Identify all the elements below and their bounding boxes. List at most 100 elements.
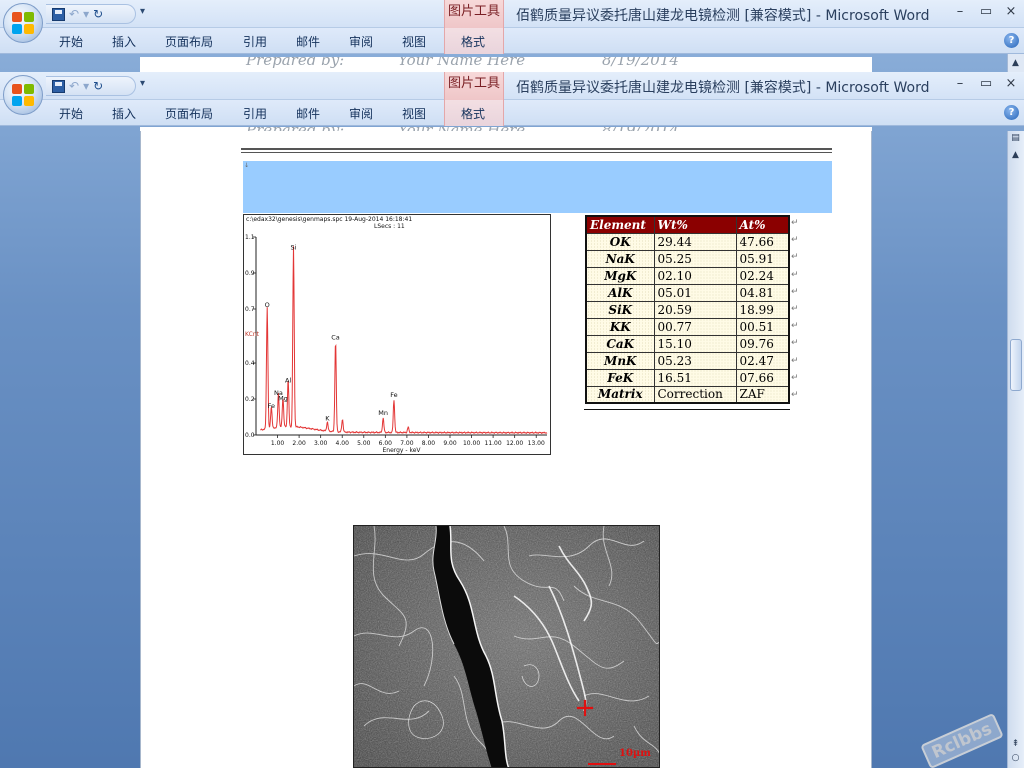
- row-end-mark: ↵: [791, 321, 799, 332]
- tab-mailings[interactable]: 邮件: [296, 105, 320, 122]
- cell-wt[interactable]: 20.59: [653, 300, 737, 319]
- cell-at[interactable]: 02.47: [735, 351, 790, 370]
- peak-label: Fe: [268, 402, 275, 410]
- tab-references[interactable]: 引用: [243, 105, 267, 122]
- cell-wt[interactable]: 29.44: [653, 232, 737, 251]
- sem-micrograph-image[interactable]: 10µm: [353, 525, 660, 768]
- redo-icon[interactable]: ↻: [93, 6, 103, 22]
- cell-wt[interactable]: 00.77: [653, 317, 737, 336]
- help-icon[interactable]: ?: [1004, 33, 1019, 48]
- paragraph-mark: ↓: [244, 162, 250, 169]
- office-logo-icon: [12, 12, 34, 34]
- scroll-up-icon[interactable]: ▲: [1009, 150, 1022, 160]
- dropdown-icon[interactable]: ▾: [83, 78, 89, 94]
- x-tick-label: 12.00: [506, 440, 523, 447]
- tab-insert[interactable]: 插入: [112, 33, 136, 50]
- header-at: At%: [735, 215, 790, 234]
- close-button[interactable]: ×: [1001, 4, 1021, 19]
- cell-at[interactable]: 09.76: [735, 334, 790, 353]
- vertical-scrollbar[interactable]: ▤ ▲ ⇞ ○: [1007, 131, 1024, 768]
- tab-review[interactable]: 审阅: [349, 105, 373, 122]
- scrollbar-top-back[interactable]: ▲: [1007, 54, 1024, 72]
- window-title: 佰鹤质量异议委托唐山建龙电镜检测 [兼容模式] - Microsoft Word: [516, 80, 930, 96]
- context-tab-picture-tools[interactable]: 图片工具: [444, 72, 504, 100]
- cell-wt[interactable]: 05.23: [653, 351, 737, 370]
- cell-element[interactable]: OK: [585, 232, 655, 251]
- customize-toolbar-icon[interactable]: ▾: [140, 78, 145, 89]
- document-page[interactable]: ↓ c:\edax32\genesis\genmaps.spc 19-Aug-2…: [140, 131, 872, 768]
- peak-label: O: [265, 301, 270, 309]
- tab-view[interactable]: 视图: [402, 105, 426, 122]
- cell-at[interactable]: 47.66: [735, 232, 790, 251]
- tab-page-layout[interactable]: 页面布局: [165, 33, 213, 50]
- cell-at[interactable]: 18.99: [735, 300, 790, 319]
- undo-icon[interactable]: ↶: [69, 6, 79, 22]
- tab-references[interactable]: 引用: [243, 33, 267, 50]
- cell-wt[interactable]: Correction: [653, 385, 737, 404]
- cell-element[interactable]: AlK: [585, 283, 655, 302]
- cell-wt[interactable]: 16.51: [653, 368, 737, 387]
- cell-element[interactable]: CaK: [585, 334, 655, 353]
- cell-element[interactable]: MnK: [585, 351, 655, 370]
- table-header-row: Element Wt% At%: [585, 215, 790, 234]
- shaded-paragraph[interactable]: ↓: [243, 161, 832, 213]
- cell-at[interactable]: 02.24: [735, 266, 790, 285]
- cell-element[interactable]: FeK: [585, 368, 655, 387]
- cell-wt[interactable]: 02.10: [653, 266, 737, 285]
- tab-format[interactable]: 格式: [461, 105, 485, 122]
- tab-mailings[interactable]: 邮件: [296, 33, 320, 50]
- eds-spectrum-image[interactable]: c:\edax32\genesis\genmaps.spc 19-Aug-201…: [243, 214, 551, 455]
- restore-button[interactable]: ▭: [976, 76, 996, 91]
- tab-insert[interactable]: 插入: [112, 105, 136, 122]
- cell-at[interactable]: ZAF: [735, 385, 790, 404]
- cell-element[interactable]: NaK: [585, 249, 655, 268]
- tab-home[interactable]: 开始: [59, 33, 83, 50]
- cell-at[interactable]: 05.91: [735, 249, 790, 268]
- watermark-logo: Rclbbs: [920, 712, 1004, 768]
- previous-page-icon[interactable]: ⇞: [1009, 739, 1022, 749]
- cell-element[interactable]: KK: [585, 317, 655, 336]
- save-icon[interactable]: [52, 7, 65, 21]
- cell-wt[interactable]: 15.10: [653, 334, 737, 353]
- undo-icon[interactable]: ↶: [69, 78, 79, 94]
- scroll-up-icon[interactable]: ▲: [1009, 58, 1022, 68]
- office-button[interactable]: [3, 75, 43, 115]
- tab-page-layout[interactable]: 页面布局: [165, 105, 213, 122]
- peak-label: Ca: [331, 333, 340, 341]
- cell-element[interactable]: Matrix: [585, 385, 655, 404]
- browse-object-icon[interactable]: ○: [1009, 753, 1022, 763]
- peak-label: Al: [285, 377, 291, 385]
- word-window-back: 图片工具 佰鹤质量异议委托唐山建龙电镜检测 [兼容模式] - Microsoft…: [0, 0, 1024, 54]
- minimize-button[interactable]: –: [950, 76, 970, 91]
- redo-icon[interactable]: ↻: [93, 78, 103, 94]
- cell-element[interactable]: SiK: [585, 300, 655, 319]
- cell-wt[interactable]: 05.01: [653, 283, 737, 302]
- restore-button[interactable]: ▭: [976, 4, 996, 19]
- minimize-button[interactable]: –: [950, 4, 970, 19]
- cell-at[interactable]: 00.51: [735, 317, 790, 336]
- header-wt: Wt%: [653, 215, 737, 234]
- x-tick-label: 5.00: [357, 440, 371, 447]
- eds-composition-table[interactable]: Element Wt% At% OK 29.44 47.66 NaK 05.25 05.9…: [585, 215, 790, 404]
- scrollbar-thumb[interactable]: [1010, 339, 1022, 391]
- tab-home[interactable]: 开始: [59, 105, 83, 122]
- cell-element[interactable]: MgK: [585, 266, 655, 285]
- ruler-toggle-icon[interactable]: ▤: [1009, 133, 1022, 143]
- cell-wt[interactable]: 05.25: [653, 249, 737, 268]
- y-axis-label: KCnt: [245, 331, 260, 338]
- dropdown-icon[interactable]: ▾: [83, 6, 89, 22]
- help-icon[interactable]: ?: [1004, 105, 1019, 120]
- cell-at[interactable]: 07.66: [735, 368, 790, 387]
- tab-view[interactable]: 视图: [402, 33, 426, 50]
- close-button[interactable]: ×: [1001, 76, 1021, 91]
- office-button[interactable]: [3, 3, 43, 43]
- customize-toolbar-icon[interactable]: ▾: [140, 6, 145, 17]
- x-tick-label: 9.00: [443, 440, 457, 447]
- spectrum-plot: 1.00 2.00 3.00 4.00 5.00 6.00 7.00 8.00 9.00 10.0…: [245, 234, 548, 454]
- tab-format[interactable]: 格式: [461, 33, 485, 50]
- tab-review[interactable]: 审阅: [349, 33, 373, 50]
- context-tab-picture-tools[interactable]: 图片工具: [444, 0, 504, 28]
- save-icon[interactable]: [52, 79, 65, 93]
- cell-at[interactable]: 04.81: [735, 283, 790, 302]
- peak-label: K: [325, 414, 330, 422]
